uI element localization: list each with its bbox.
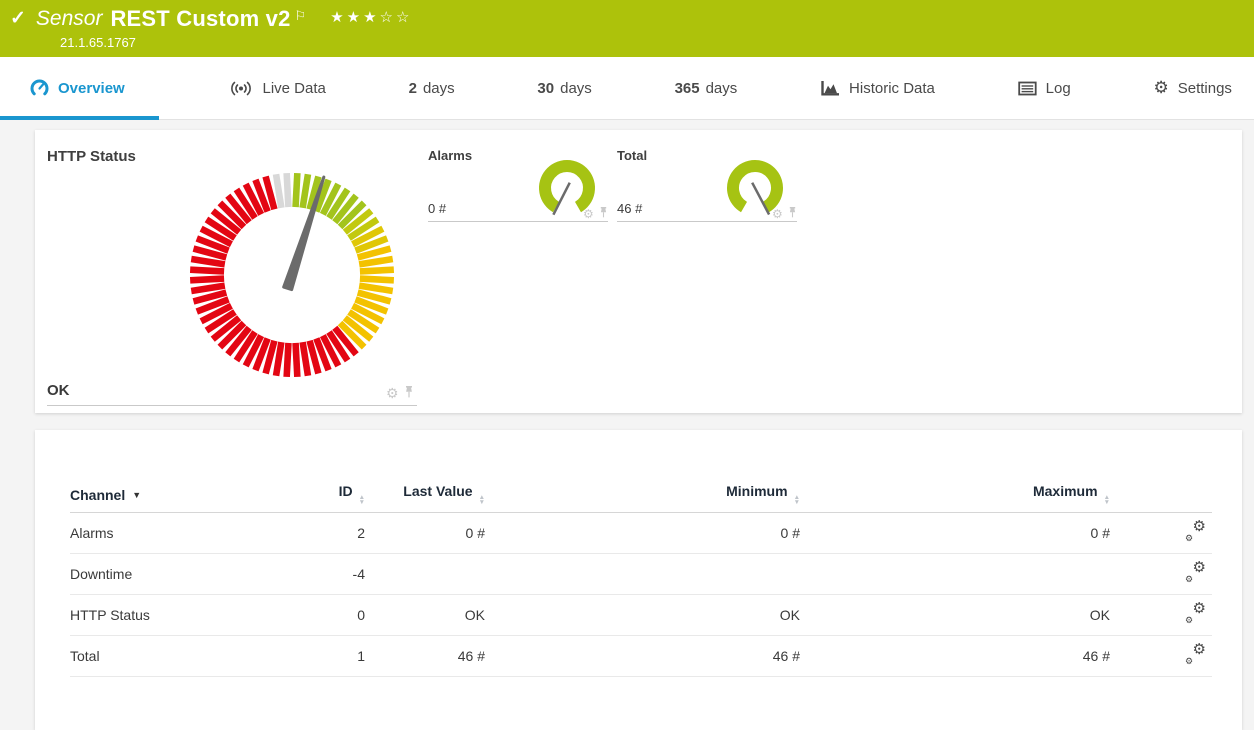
cell-last-value: OK — [365, 595, 485, 636]
tab-number: 2 — [409, 80, 417, 97]
cell-maximum — [800, 554, 1110, 595]
cell-last-value: 0 # — [365, 513, 485, 554]
alarms-tile-title: Alarms — [428, 148, 472, 163]
tab-live-data[interactable]: Live Data — [217, 57, 337, 119]
cell-maximum: 46 # — [800, 636, 1110, 677]
table-row: Downtime -4 ⚙⚙ — [70, 554, 1212, 595]
sort-icon: ▲▼ — [1104, 496, 1110, 505]
flag-icon[interactable]: ⚐ — [295, 4, 307, 28]
total-value: 46 # — [617, 201, 642, 216]
tile-gear-icon[interactable]: ⚙ — [772, 207, 783, 221]
column-label: Maximum — [1033, 483, 1098, 499]
tab-label: days — [423, 80, 455, 97]
channel-settings-icon[interactable]: ⚙⚙ — [1185, 563, 1206, 582]
channels-table: Channel ▼ ID ▲▼ Last Value ▲▼ Minimum ▲▼ Max… — [70, 477, 1212, 677]
http-status-gauge — [187, 170, 397, 380]
cell-minimum: 0 # — [485, 513, 800, 554]
tile-divider — [617, 221, 797, 222]
tile-divider — [47, 405, 417, 406]
cell-last-value: 46 # — [365, 636, 485, 677]
dropdown-caret-icon: ▼ — [132, 490, 141, 500]
tab-label: Live Data — [262, 80, 325, 97]
sensor-header: ✓ Sensor REST Custom v2 ⚐ ★★★☆☆ 21.1.65.… — [0, 0, 1254, 57]
tab-number: 365 — [675, 80, 700, 97]
tab-bar: Overview Live Data 2 days 30 days 365 da… — [0, 57, 1254, 120]
http-status-tile-title: HTTP Status — [47, 148, 136, 165]
version-label: 21.1.65.1767 — [0, 35, 1254, 50]
column-id[interactable]: ID ▲▼ — [320, 477, 365, 513]
cell-minimum — [485, 554, 800, 595]
pin-icon[interactable] — [404, 385, 414, 400]
tab-label: days — [560, 80, 592, 97]
column-last-value[interactable]: Last Value ▲▼ — [365, 477, 485, 513]
cell-channel: Alarms — [70, 513, 320, 554]
cell-channel: Downtime — [70, 554, 320, 595]
cell-id: 1 — [320, 636, 365, 677]
column-actions — [1110, 477, 1212, 513]
tab-overview[interactable]: Overview — [0, 57, 159, 119]
pin-icon[interactable] — [599, 206, 608, 221]
object-type-label: Sensor — [36, 7, 103, 31]
cell-maximum: OK — [800, 595, 1110, 636]
sort-icon: ▲▼ — [479, 496, 485, 505]
column-label: Last Value — [403, 483, 472, 499]
http-status-value: OK — [47, 382, 70, 399]
alarms-value: 0 # — [428, 201, 446, 216]
gauges-panel: HTTP Status OK ⚙ Alarms 0 # ⚙ Total 46 #… — [35, 130, 1242, 413]
tile-gear-icon[interactable]: ⚙ — [583, 207, 594, 221]
tab-30-days[interactable]: 30 days — [525, 57, 603, 119]
cell-id: 2 — [320, 513, 365, 554]
table-row: Total 1 46 # 46 # 46 # ⚙⚙ — [70, 636, 1212, 677]
cell-minimum: OK — [485, 595, 800, 636]
gear-icon: ⚙ — [1153, 78, 1168, 98]
cell-channel: Total — [70, 636, 320, 677]
cell-id: 0 — [320, 595, 365, 636]
sensor-title: REST Custom v2 — [110, 7, 290, 31]
log-icon — [1018, 81, 1037, 96]
tab-log[interactable]: Log — [1006, 57, 1083, 119]
table-header-row: Channel ▼ ID ▲▼ Last Value ▲▼ Minimum ▲▼ Max… — [70, 477, 1212, 513]
cell-channel: HTTP Status — [70, 595, 320, 636]
channel-settings-icon[interactable]: ⚙⚙ — [1185, 604, 1206, 623]
tab-2-days[interactable]: 2 days — [397, 57, 467, 119]
broadcast-icon — [229, 80, 253, 97]
priority-stars[interactable]: ★★★☆☆ — [330, 6, 412, 30]
sort-icon: ▲▼ — [794, 496, 800, 505]
tab-settings[interactable]: ⚙ Settings — [1141, 57, 1243, 119]
tile-divider — [428, 221, 608, 222]
tab-label: Overview — [58, 80, 125, 97]
tab-label: days — [706, 80, 738, 97]
total-tile-title: Total — [617, 148, 647, 163]
cell-id: -4 — [320, 554, 365, 595]
channel-settings-icon[interactable]: ⚙⚙ — [1185, 645, 1206, 664]
pin-icon[interactable] — [788, 206, 797, 221]
tab-number: 30 — [537, 80, 554, 97]
column-label: Channel — [70, 487, 125, 503]
column-minimum[interactable]: Minimum ▲▼ — [485, 477, 800, 513]
table-row: Alarms 2 0 # 0 # 0 # ⚙⚙ — [70, 513, 1212, 554]
column-channel[interactable]: Channel ▼ — [70, 477, 320, 513]
tab-label: Historic Data — [849, 80, 935, 97]
tab-label: Log — [1046, 80, 1071, 97]
channels-panel: Channel ▼ ID ▲▼ Last Value ▲▼ Minimum ▲▼ Max… — [35, 430, 1242, 730]
tab-365-days[interactable]: 365 days — [663, 57, 750, 119]
tab-historic-data[interactable]: Historic Data — [808, 57, 947, 119]
cell-maximum: 0 # — [800, 513, 1110, 554]
gauge-icon — [30, 79, 49, 98]
tile-gear-icon[interactable]: ⚙ — [386, 386, 399, 400]
chart-icon — [820, 80, 840, 97]
cell-last-value — [365, 554, 485, 595]
channel-settings-icon[interactable]: ⚙⚙ — [1185, 522, 1206, 541]
status-ok-check-icon: ✓ — [10, 7, 26, 31]
table-row: HTTP Status 0 OK OK OK ⚙⚙ — [70, 595, 1212, 636]
column-label: Minimum — [726, 483, 787, 499]
sort-icon: ▲▼ — [359, 496, 365, 505]
column-label: ID — [339, 483, 353, 499]
cell-minimum: 46 # — [485, 636, 800, 677]
column-maximum[interactable]: Maximum ▲▼ — [800, 477, 1110, 513]
tab-label: Settings — [1178, 80, 1232, 97]
